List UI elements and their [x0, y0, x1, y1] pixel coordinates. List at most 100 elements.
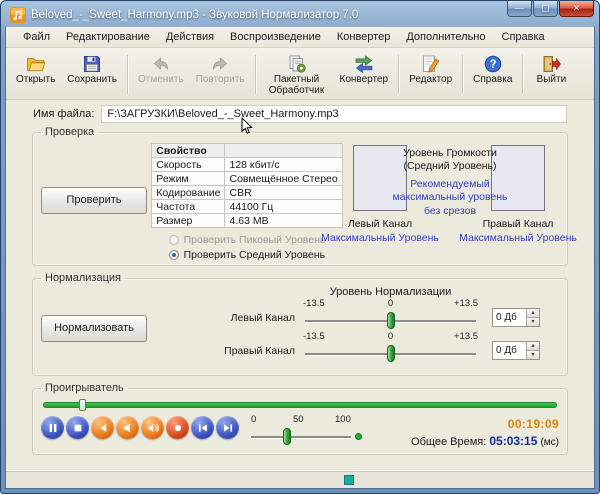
toolbar-batch-processor-button[interactable]: Пакетный Обработчик	[260, 51, 334, 98]
left-db-value[interactable]: 0 Дб	[493, 309, 526, 326]
volume-level-note: Рекомендуемый максимальный уровень без с…	[386, 178, 514, 217]
normalize-group: Нормализация Нормализовать Уровень Норма…	[32, 272, 568, 376]
save-icon	[82, 54, 102, 74]
time-display: 00:19:09 Общее Время: 05:03:15 (мс)	[411, 416, 559, 448]
table-row: Частота 44100 Гц	[152, 200, 342, 214]
scale-min: -13.5	[303, 298, 325, 309]
right-channel-slider-label: Правый Канал	[153, 345, 303, 357]
toolbar-help-button[interactable]: ? Справка	[467, 51, 518, 88]
property-header: Свойство	[152, 144, 225, 158]
filename-row: Имя файла: F:\ЗАГРУЗКИ\Beloved_-_Sweet_H…	[6, 100, 594, 125]
table-header-row: Свойство	[152, 144, 342, 158]
seek-track[interactable]	[43, 402, 557, 408]
property-name: Кодирование	[152, 186, 225, 200]
toolbar-undo-label: Отменить	[138, 75, 184, 86]
spin-arrows: ▲ ▼	[526, 342, 539, 359]
volume-handle[interactable]	[283, 428, 291, 445]
table-row: Скорость 128 кбит/с	[152, 158, 342, 172]
close-button[interactable]: ✕	[559, 1, 594, 17]
scale-min: -13.5	[303, 331, 325, 342]
filename-input[interactable]: F:\ЗАГРУЗКИ\Beloved_-_Sweet_Harmony.mp3	[101, 105, 567, 123]
stop-button[interactable]	[66, 416, 89, 439]
toolbar-separator	[398, 55, 399, 94]
status-indicator	[344, 475, 354, 485]
volume-slider[interactable]: 0 50 100	[249, 414, 367, 448]
maximize-button[interactable]: ▢	[533, 1, 558, 17]
previous-track-button[interactable]	[191, 416, 214, 439]
right-max-level-link[interactable]: Максимальный Уровень	[459, 232, 577, 244]
check-group-title: Проверка	[41, 126, 98, 138]
spin-arrows: ▲ ▼	[526, 309, 539, 326]
toolbar-open-label: Открыть	[16, 75, 55, 86]
speaker-button[interactable]	[116, 416, 139, 439]
value-header	[225, 144, 342, 158]
editor-icon	[421, 54, 441, 74]
right-db-value[interactable]: 0 Дб	[493, 342, 526, 359]
player-group-title: Проигрыватель	[41, 382, 128, 394]
toolbar-separator	[127, 55, 128, 94]
radio-peak-level: Проверить Пиковый Уровень	[169, 234, 326, 246]
redo-icon	[210, 54, 230, 74]
toolbar-help-label: Справка	[473, 75, 512, 86]
menu-help[interactable]: Справка	[494, 28, 553, 46]
app-window: Beloved_-_Sweet_Harmony.mp3 - Звуковой Н…	[0, 0, 600, 494]
scale-max: +13.5	[454, 298, 478, 309]
toolbar-exit-label: Выйти	[537, 75, 567, 86]
normalize-button[interactable]: Нормализовать	[41, 315, 147, 342]
toolbar-save-label: Сохранить	[67, 75, 117, 86]
property-name: Скорость	[152, 158, 225, 172]
spin-down-icon[interactable]: ▼	[527, 317, 539, 326]
filename-label: Имя файла:	[33, 108, 94, 120]
toolbar-separator	[522, 55, 523, 94]
menu-actions[interactable]: Действия	[158, 28, 222, 46]
toolbar-redo-label: Повторить	[196, 75, 245, 86]
toolbar-open-button[interactable]: Открыть	[10, 51, 61, 88]
toolbar-undo-button: Отменить	[132, 51, 190, 88]
minimize-button[interactable]: —	[507, 1, 532, 17]
check-group: Проверка Проверить Свойство Скорость	[32, 126, 568, 266]
right-channel-label: Правый Канал	[483, 218, 554, 230]
check-mode-radios: Проверить Пиковый Уровень Проверить Сред…	[169, 234, 326, 261]
pause-button[interactable]	[41, 416, 64, 439]
window-controls: — ▢ ✕	[507, 1, 594, 17]
volume-track[interactable]	[251, 436, 351, 438]
batch-processor-icon	[287, 54, 307, 74]
rewind-button[interactable]	[91, 416, 114, 439]
record-button[interactable]	[166, 416, 189, 439]
slider-handle[interactable]	[387, 345, 395, 362]
spin-down-icon[interactable]: ▼	[527, 350, 539, 359]
menu-extras[interactable]: Дополнительно	[398, 28, 493, 46]
toolbar-batch-processor-label: Пакетный Обработчик	[266, 75, 328, 96]
menu-playback[interactable]: Воспроизведение	[222, 28, 329, 46]
player-group: Проигрыватель	[32, 382, 568, 455]
toolbar-save-button[interactable]: Сохранить	[61, 51, 123, 88]
spin-up-icon[interactable]: ▲	[527, 342, 539, 350]
converter-icon	[354, 54, 374, 74]
help-icon: ?	[483, 54, 503, 74]
menu-file[interactable]: Файл	[15, 28, 58, 46]
radio-circle-icon	[169, 235, 179, 245]
menu-edit[interactable]: Редактирование	[58, 28, 158, 46]
property-name: Режим	[152, 172, 225, 186]
total-time-value: 05:03:15	[489, 434, 537, 448]
next-track-button[interactable]	[216, 416, 239, 439]
seek-handle[interactable]	[79, 399, 86, 411]
left-channel-slider-label: Левый Канал	[153, 312, 303, 324]
check-button[interactable]: Проверить	[41, 187, 147, 214]
volume-end-dot	[355, 433, 362, 440]
menu-converter[interactable]: Конвертер	[329, 28, 398, 46]
toolbar-converter-button[interactable]: Конвертер	[334, 51, 395, 88]
radio-average-level[interactable]: Проверить Средний Уровень	[169, 249, 326, 261]
toolbar-editor-button[interactable]: Редактор	[403, 51, 458, 88]
radio-circle-icon	[169, 250, 179, 260]
spin-up-icon[interactable]: ▲	[527, 309, 539, 317]
left-channel-slider[interactable]: -13.5 0 +13.5	[303, 298, 478, 331]
toolbar-exit-button[interactable]: Выйти	[527, 51, 575, 88]
right-channel-slider[interactable]: -13.5 0 +13.5	[303, 331, 478, 364]
seek-bar[interactable]	[43, 399, 557, 412]
volume-button[interactable]	[141, 416, 164, 439]
right-channel-spinbox: 0 Дб ▲ ▼	[492, 341, 540, 360]
left-max-level-link[interactable]: Максимальный Уровень	[321, 232, 439, 244]
titlebar[interactable]: Beloved_-_Sweet_Harmony.mp3 - Звуковой Н…	[5, 1, 595, 26]
slider-handle[interactable]	[387, 312, 395, 329]
